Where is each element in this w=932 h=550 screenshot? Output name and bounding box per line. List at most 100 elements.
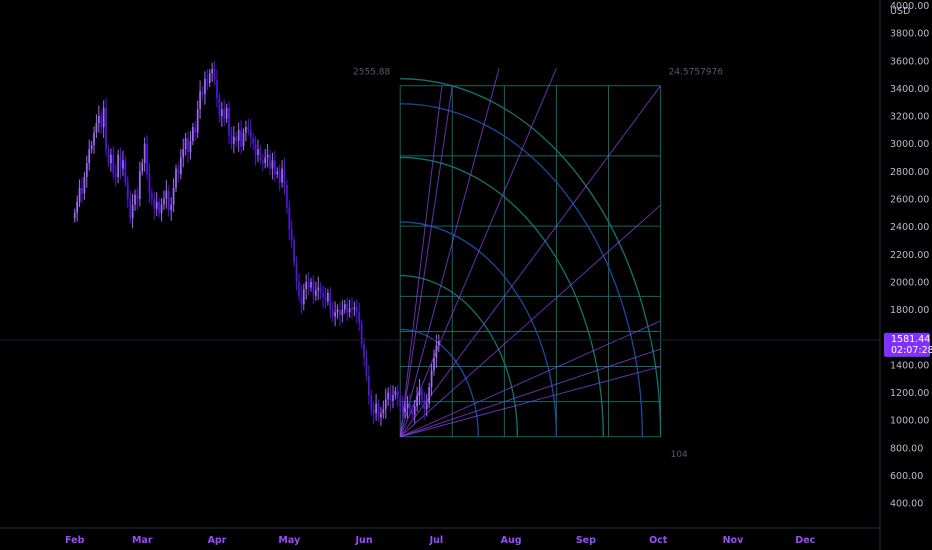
candle-body [428, 387, 431, 404]
candle-body [141, 163, 144, 172]
candle-body [254, 143, 257, 155]
candle-body [365, 357, 368, 376]
candle-body [266, 154, 269, 158]
candle-body [136, 194, 139, 200]
price-tick-label: 2400.00 [890, 222, 929, 233]
candle-body [411, 409, 414, 415]
candle-body [396, 391, 399, 399]
candle-body [242, 132, 245, 147]
candle-body [358, 312, 361, 324]
candle-body [100, 116, 103, 128]
price-tick-label: 600.00 [890, 471, 923, 482]
candle-body [230, 135, 233, 144]
gann-label-top-right: 24.5757976 [669, 68, 724, 78]
candle-body [404, 407, 406, 412]
candle-body [353, 306, 356, 310]
candle-body [302, 288, 305, 305]
candle-body [307, 281, 310, 288]
price-chart[interactable]: 2555.88 24.5757976 104 USD 400.00600.008… [0, 0, 932, 550]
time-tick-label: Apr [208, 535, 227, 546]
candle-body [216, 80, 218, 99]
candle-body [317, 287, 320, 291]
candle-body [143, 143, 146, 164]
candle-body [288, 207, 291, 230]
candle-body [298, 281, 300, 296]
candle-body [235, 136, 238, 141]
candle-body [343, 304, 346, 310]
candle-body [327, 293, 329, 302]
candle-body [151, 193, 153, 200]
candle-body [218, 98, 221, 117]
price-tick-label: 2600.00 [890, 195, 929, 206]
candle-body [276, 171, 279, 175]
candle-body [286, 185, 288, 208]
price-tick-label: 800.00 [890, 443, 923, 454]
candle-body [322, 293, 324, 298]
candle-body [158, 201, 160, 213]
candle-body [240, 129, 242, 147]
candle-body [384, 399, 387, 410]
candle-body [204, 78, 206, 94]
candle-body [179, 157, 182, 175]
current-price-badge: 1581.44 02:07:28 [884, 332, 932, 357]
candle-body [196, 109, 199, 133]
candle-body [232, 136, 235, 144]
candle-body [389, 392, 392, 401]
time-tick-label: Jun [355, 535, 373, 546]
candle-body [97, 116, 100, 124]
candle-body [184, 138, 187, 150]
candle-body [382, 409, 385, 414]
price-tick-label: 3600.00 [890, 56, 929, 67]
candle-body [208, 73, 211, 83]
time-tick-label: Nov [723, 535, 744, 546]
candle-body [122, 160, 124, 169]
candle-body [126, 182, 129, 200]
candle-body [408, 403, 411, 410]
candle-body [290, 229, 293, 241]
price-tick-label: 1800.00 [890, 305, 929, 316]
price-tick-label: 2800.00 [890, 167, 929, 178]
price-tick-label: 3000.00 [890, 139, 929, 150]
candle-body [252, 138, 255, 144]
candle-body [189, 140, 192, 153]
candle-body [336, 309, 339, 313]
candle-body [223, 109, 226, 119]
candle-body [264, 157, 267, 164]
candle-body [413, 406, 416, 415]
candle-body [153, 199, 156, 209]
candle-body [418, 389, 421, 396]
candle-body [107, 149, 110, 164]
time-tick-label: Dec [795, 535, 815, 546]
candle-body [399, 398, 402, 407]
candle-body [269, 154, 271, 169]
candle-body [131, 204, 134, 219]
candle-body [167, 190, 170, 211]
candle-body [206, 78, 209, 83]
candle-body [78, 187, 81, 202]
price-tick-label: 1000.00 [890, 416, 929, 427]
candle-body [225, 107, 228, 119]
candle-body [249, 129, 252, 139]
candle-body [138, 171, 141, 200]
candle-body [339, 309, 341, 316]
candle-body [88, 149, 91, 164]
candle-body [370, 395, 373, 410]
candle-body [360, 323, 363, 345]
candle-body [351, 308, 353, 310]
candle-body [182, 149, 185, 158]
candle-body [273, 160, 276, 175]
candle-body [90, 145, 93, 150]
candle-body [433, 357, 435, 371]
candle-body [377, 403, 380, 418]
candle-body [406, 403, 409, 408]
candle-body [146, 143, 148, 175]
candle-body [85, 163, 88, 177]
candle-body [175, 168, 177, 188]
candle-body [319, 287, 322, 294]
candle-body [112, 154, 115, 175]
candle-body [372, 409, 375, 414]
candle-body [172, 187, 175, 205]
candle-body [213, 69, 216, 81]
candle-body [119, 154, 122, 169]
time-tick-label: Mar [132, 535, 153, 546]
